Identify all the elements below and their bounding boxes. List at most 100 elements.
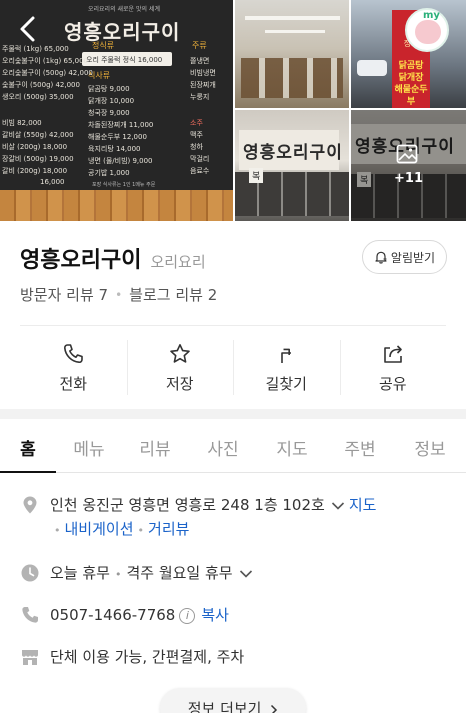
street-view-link[interactable]: 거리뷰 <box>148 520 189 538</box>
banner-line: 해물순두부 <box>394 85 428 107</box>
directions-label: 길찾기 <box>265 375 307 393</box>
board-line: 갈비 (200g) 18,000 <box>2 167 68 175</box>
wood-panel <box>0 190 233 221</box>
board-line: 막걸리 <box>190 155 210 163</box>
separator-dot: • <box>114 568 122 581</box>
hours-status: 오늘 휴무 <box>50 564 110 582</box>
tab-home[interactable]: 홈 <box>0 419 56 473</box>
chevron-down-icon[interactable] <box>239 569 253 579</box>
board-subtitle: 오리요리의 새로운 맛의 세계 <box>88 6 160 13</box>
place-name: 영흥오리구이 <box>20 248 142 273</box>
divider <box>20 325 446 326</box>
separator-dot: • <box>54 524 61 537</box>
directions-icon <box>281 348 292 363</box>
store-sign-text: 영흥오리구이 <box>243 143 343 163</box>
dining-tables <box>241 58 343 98</box>
navigation-link[interactable]: 내비게이션 <box>65 520 134 538</box>
board-line: 차돌된장찌개 11,000 <box>88 121 154 129</box>
parked-car <box>357 60 387 76</box>
storefront-photo[interactable]: 영흥오리구이 복 <box>235 110 349 221</box>
board-line: 오리숯불구이 (1kg) 65,000 <box>2 57 88 65</box>
interior-photo[interactable] <box>235 0 349 108</box>
notify-button[interactable]: 알림받기 <box>362 240 447 274</box>
separator-dot: • <box>137 524 145 537</box>
copy-button[interactable]: 복사 <box>201 606 229 624</box>
more-info-label: 정보 더보기 <box>187 700 262 713</box>
phone-number[interactable]: 0507-1466-7768 <box>50 606 175 624</box>
board-line: 닭개장 10,000 <box>88 97 135 105</box>
save-label: 저장 <box>165 375 194 393</box>
board-line: 오리숯불구이 (500g) 42,000 <box>2 69 93 77</box>
share-icon <box>383 345 402 363</box>
board-section: 정식류 <box>92 41 115 50</box>
ceiling-light <box>265 30 325 33</box>
back-icon[interactable] <box>14 14 42 44</box>
board-line: 주물럭 (1kg) 65,000 <box>2 45 69 53</box>
amenities-text: 단체 이용 가능, 간편결제, 주차 <box>50 648 245 666</box>
section-gap <box>0 409 466 419</box>
board-line: 닭곰탕 9,000 <box>88 85 130 93</box>
amenities-row: 단체 이용 가능, 간편결제, 주차 <box>20 646 450 668</box>
map-link[interactable]: 지도 <box>349 496 377 514</box>
banner-line: 닭개장 <box>398 73 424 83</box>
my-profile-button[interactable]: my <box>405 8 449 52</box>
board-line: 냉면 (물/비빔) 9,000 <box>88 157 153 165</box>
address-row: 인천 옹진군 영흥면 영흥로 248 1층 102호 지도 • 내비게이션 • 거리뷰 <box>20 494 450 542</box>
call-button[interactable]: 전화 <box>20 340 127 395</box>
review-summary: 방문자 리뷰 7 • 블로그 리뷰 2 <box>20 284 217 305</box>
ceiling-light <box>245 16 340 20</box>
save-button[interactable]: 저장 <box>126 340 234 395</box>
board-line: 음료수 <box>190 167 210 175</box>
board-line: 비빔냉면 <box>190 69 216 77</box>
hours-row[interactable]: 오늘 휴무 • 격주 월요일 휴무 <box>20 562 450 584</box>
board-line: 소주 <box>190 119 203 127</box>
tab-reviews[interactable]: 리뷰 <box>122 419 188 472</box>
tab-menu[interactable]: 메뉴 <box>56 419 122 472</box>
info-icon[interactable]: i <box>179 607 196 624</box>
more-photos-overlay[interactable] <box>351 110 466 221</box>
location-pin-icon <box>23 496 37 514</box>
chevron-down-icon[interactable] <box>331 501 345 511</box>
board-line: 16,000 <box>40 178 65 186</box>
avatar-face-icon <box>415 20 441 44</box>
board-line: 생오리 (500g) 35,000 <box>2 93 74 101</box>
photo-gallery[interactable]: 오리요리의 새로운 맛의 세계 영흥오리구이 정식류 식사류 주류 오리 주물럭… <box>0 0 466 221</box>
notify-label: 알림받기 <box>390 250 436 265</box>
board-line: 장갈비 (500g) 19,000 <box>2 155 74 163</box>
board-set-menu: 오리 주물럭 정식 16,000 <box>82 52 172 66</box>
board-line: 비살 (200g) 18,000 <box>2 143 68 151</box>
phone-row: 0507-1466-7768 i 복사 <box>20 604 450 626</box>
my-label: my <box>423 10 440 21</box>
shop-sign: 복 <box>249 168 264 183</box>
place-category: 오리요리 <box>150 253 206 271</box>
blog-reviews-link[interactable]: 블로그 리뷰 2 <box>129 284 217 305</box>
board-line: 청국장 9,000 <box>88 109 130 117</box>
gallery-icon <box>396 144 418 164</box>
bell-icon <box>375 251 387 264</box>
visitor-reviews-link[interactable]: 방문자 리뷰 7 <box>20 284 108 305</box>
share-button[interactable]: 공유 <box>339 340 447 395</box>
board-line: 공기밥 1,000 <box>88 169 130 177</box>
more-info-button[interactable]: 정보 더보기 <box>160 688 306 713</box>
chevron-right-icon <box>271 704 278 713</box>
board-line: 맥주 <box>190 131 203 139</box>
tab-map[interactable]: 지도 <box>258 419 326 472</box>
board-line: 숯불구이 (500g) 42,000 <box>2 81 80 89</box>
tab-nearby[interactable]: 주변 <box>326 419 394 472</box>
directions-button[interactable]: 길찾기 <box>233 340 340 395</box>
separator-dot: • <box>115 287 123 302</box>
board-line: 된장찌개 <box>190 81 216 89</box>
hours-detail: 격주 월요일 휴무 <box>126 564 233 582</box>
address-text: 인천 옹진군 영흥면 영흥로 248 1층 102호 <box>50 496 325 514</box>
tab-info[interactable]: 정보 <box>394 419 466 472</box>
action-bar: 전화 저장 길찾기 공유 <box>20 340 446 395</box>
clock-icon <box>21 564 39 582</box>
share-label: 공유 <box>378 375 407 393</box>
board-line: 누룽지 <box>190 93 210 101</box>
banner-text: 닭곰탕 닭개장 해물순두부 <box>394 60 428 108</box>
board-line: 비빔 82,000 <box>2 119 42 127</box>
address-sub-links: • 내비게이션 • 거리뷰 <box>50 518 189 539</box>
board-section: 주류 <box>192 41 207 50</box>
board-line: 육지리탕 14,000 <box>88 145 141 153</box>
tab-photos[interactable]: 사진 <box>188 419 258 472</box>
